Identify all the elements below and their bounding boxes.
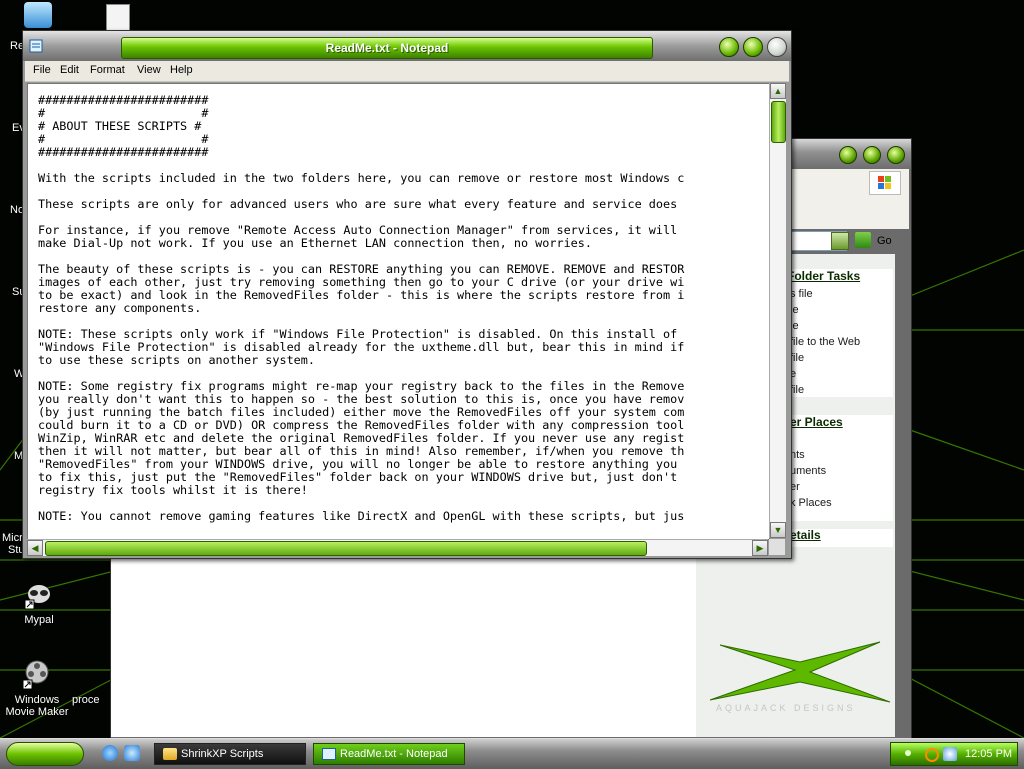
address-dropdown-chevron-down-icon[interactable]: [831, 232, 849, 250]
menu-view[interactable]: View: [137, 64, 161, 76]
other-places-item[interactable]: k Places: [790, 497, 832, 509]
document-text[interactable]: ######################## # # # ABOUT THE…: [28, 84, 769, 523]
folder-task-item[interactable]: file: [790, 384, 804, 396]
notepad-window[interactable]: ReadMe.txt - Notepad File Edit Format Vi…: [22, 30, 792, 559]
menu-edit[interactable]: Edit: [60, 64, 79, 76]
volume-icon[interactable]: [943, 747, 957, 761]
recycle-bin-icon[interactable]: [24, 2, 52, 28]
taskbar-button-shrinkxp-scripts[interactable]: ShrinkXP Scripts: [154, 743, 306, 765]
explorer-maximize-button[interactable]: [863, 146, 881, 164]
go-button-label[interactable]: Go: [877, 235, 892, 247]
menu-file[interactable]: File: [33, 64, 51, 76]
vertical-scroll-thumb[interactable]: [771, 101, 786, 143]
explorer-file-pane[interactable]: [111, 549, 696, 737]
details-heading[interactable]: etails: [790, 528, 821, 542]
taskbar-button-label: ReadMe.txt - Notepad: [340, 748, 448, 760]
other-places-heading[interactable]: er Places: [790, 415, 843, 429]
desktop-icon-mypal[interactable]: Mypal: [2, 578, 76, 626]
menu-help[interactable]: Help: [170, 64, 193, 76]
search-icon[interactable]: [925, 748, 939, 762]
notepad-app-icon[interactable]: [29, 39, 43, 53]
clock[interactable]: 12:05 PM: [965, 748, 1012, 760]
desktop-icon-windows-movie-maker[interactable]: Windows Movie Maker: [0, 658, 74, 718]
maximize-button[interactable]: [743, 37, 763, 57]
windows-flag-icon: [869, 171, 901, 195]
aquajack-designs-brand: AQUAJACK DESIGNS: [716, 703, 856, 713]
folder-tasks-heading[interactable]: Folder Tasks: [787, 269, 860, 283]
text-editor-area[interactable]: ######################## # # # ABOUT THE…: [27, 83, 770, 540]
quick-launch-icon[interactable]: [124, 745, 140, 761]
notepad-icon: [322, 748, 336, 760]
notepad-title-plate: ReadMe.txt - Notepad: [121, 37, 653, 59]
horizontal-scroll-thumb[interactable]: [45, 541, 647, 556]
explorer-minimize-button[interactable]: [839, 146, 857, 164]
internet-explorer-icon[interactable]: [102, 745, 118, 761]
explorer-close-button[interactable]: [887, 146, 905, 164]
folder-task-item[interactable]: file: [790, 352, 804, 364]
tray-status-icon[interactable]: [905, 750, 911, 756]
window-title: ReadMe.txt - Notepad: [325, 41, 449, 55]
other-places-item[interactable]: nts: [790, 449, 805, 461]
desktop-icon-proce[interactable]: proce: [72, 694, 112, 706]
close-button[interactable]: [767, 37, 787, 57]
desktop-icon-label: Mypal: [24, 614, 54, 626]
system-tray: 12:05 PM: [890, 742, 1018, 766]
mypal-icon: [23, 578, 55, 610]
desktop-icon-label: proce: [72, 694, 100, 706]
scroll-left-arrow-icon[interactable]: ◀: [27, 540, 43, 556]
taskbar-button-label: ShrinkXP Scripts: [181, 748, 264, 760]
xbox-x-logo-icon: [709, 641, 891, 703]
folder-icon: [163, 748, 177, 760]
scroll-up-arrow-icon[interactable]: ▲: [770, 83, 786, 99]
text-file-icon[interactable]: [106, 4, 130, 32]
go-arrow-icon[interactable]: [855, 232, 871, 248]
folder-task-item[interactable]: s file: [790, 288, 813, 300]
resize-grip-icon[interactable]: [769, 539, 785, 555]
menu-format[interactable]: Format: [90, 64, 125, 76]
scroll-right-arrow-icon[interactable]: ▶: [752, 540, 768, 556]
taskbar: ShrinkXP Scripts ReadMe.txt - Notepad 12…: [0, 738, 1024, 769]
taskbar-button-readme-notepad[interactable]: ReadMe.txt - Notepad: [313, 743, 465, 765]
start-button[interactable]: [6, 742, 84, 766]
vertical-scrollbar[interactable]: ▲ ▼: [769, 83, 786, 538]
minimize-button[interactable]: [719, 37, 739, 57]
other-places-item[interactable]: uments: [790, 465, 826, 477]
folder-task-item[interactable]: file to the Web: [790, 336, 860, 348]
scroll-down-arrow-icon[interactable]: ▼: [770, 522, 786, 538]
menu-bar: File Edit Format View Help: [25, 61, 789, 82]
desktop-icon-label: Windows Movie Maker: [5, 694, 69, 718]
film-reel-icon: [21, 658, 53, 690]
notepad-title-bar[interactable]: ReadMe.txt - Notepad: [23, 31, 791, 61]
horizontal-scrollbar[interactable]: ◀ ▶: [27, 539, 768, 556]
